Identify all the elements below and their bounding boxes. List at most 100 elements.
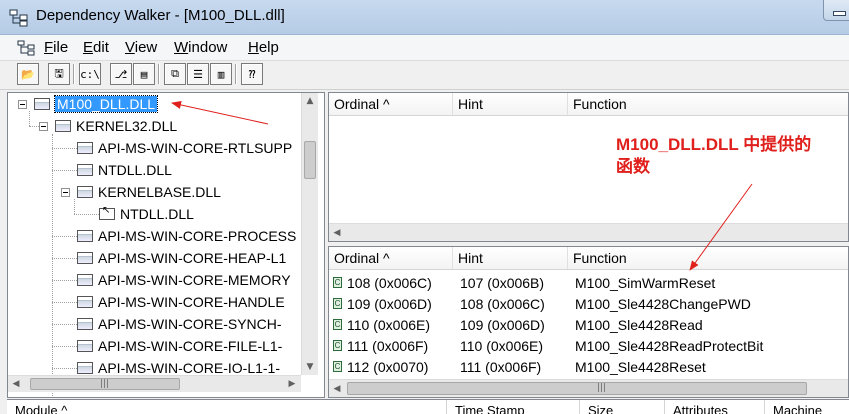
imports-col-hint[interactable]: Hint xyxy=(453,93,568,115)
export-row[interactable]: C 112 (0x0070) 111 (0x006F) M100_Sle4428Res… xyxy=(329,357,848,378)
tree-connector xyxy=(52,148,77,149)
document-icon[interactable] xyxy=(17,40,37,56)
export-ordinal: 109 (0x006D) xyxy=(347,296,432,312)
tree-item-label: API-MS-WIN-CORE-RTLSUPP xyxy=(98,140,293,156)
tree-item[interactable]: NTDLL.DLL xyxy=(99,203,194,225)
export-function: M100_Sle4428ChangePWD xyxy=(575,296,751,312)
c-function-icon: C xyxy=(333,319,342,330)
full-paths-icon[interactable]: c:\ xyxy=(79,63,101,85)
tree-connector xyxy=(52,346,77,347)
tile-vertical-icon[interactable]: ▥ xyxy=(210,63,232,85)
imports-col-ordinal[interactable]: Ordinal ^ xyxy=(329,93,453,115)
imports-horizontal-scrollbar[interactable]: ◀ xyxy=(329,223,848,241)
scroll-thumb[interactable] xyxy=(304,141,316,179)
tree-connector xyxy=(52,280,77,281)
module-icon xyxy=(77,296,93,308)
module-tree-pane[interactable]: M100_DLL.DLL KERNEL32.DLL API-MS-WIN-CORE-… xyxy=(7,92,325,398)
tree-item-label: API-MS-WIN-CORE-IO-L1-1- xyxy=(98,360,280,376)
scroll-right-icon[interactable]: ▶ xyxy=(284,376,300,392)
module-list-pane[interactable]: Module ^ Time Stamp Size Attributes Mach… xyxy=(7,399,849,414)
export-hint: 109 (0x006D) xyxy=(460,317,545,333)
exports-pane[interactable]: Ordinal ^ Hint Function C 108 (0x006C) 107… xyxy=(328,246,849,398)
export-function: M100_SimWarmReset xyxy=(575,275,716,291)
tree-item[interactable]: API-MS-WIN-CORE-PROCESS xyxy=(77,225,296,247)
export-row[interactable]: C 108 (0x006C) 107 (0x006B) M100_SimWarmRes… xyxy=(329,273,848,294)
exports-horizontal-scrollbar[interactable]: ◀ ||| xyxy=(329,379,848,397)
tree-connector xyxy=(52,170,77,171)
tile-horizontal-icon[interactable]: ☰ xyxy=(187,63,209,85)
properties-icon[interactable]: ▤ xyxy=(133,63,155,85)
scroll-left-icon[interactable]: ◀ xyxy=(8,376,24,392)
collapse-icon[interactable] xyxy=(39,122,48,131)
collapse-icon[interactable] xyxy=(61,188,70,197)
collapse-icon[interactable] xyxy=(18,100,27,109)
tree-vertical-scrollbar[interactable]: ▲ ▼ xyxy=(301,93,318,375)
menu-window[interactable]: Window xyxy=(174,39,227,56)
export-hint: 111 (0x006F) xyxy=(460,359,542,375)
tree-item[interactable]: KERNEL32.DLL xyxy=(39,115,177,137)
export-row[interactable]: C 110 (0x006E) 109 (0x006D) M100_Sle4428Rea… xyxy=(329,315,848,336)
c-function-icon: C xyxy=(333,298,342,309)
undecorate-icon[interactable]: ⎇ xyxy=(110,63,132,85)
duplicate-module-icon xyxy=(99,205,115,220)
export-row[interactable]: C 111 (0x006F) 110 (0x006E) M100_Sle4428Rea… xyxy=(329,336,848,357)
exports-col-ordinal[interactable]: Ordinal ^ xyxy=(329,247,453,269)
cascade-icon[interactable]: ⧉ xyxy=(164,63,186,85)
tree-item[interactable]: API-MS-WIN-CORE-HANDLE xyxy=(77,291,285,313)
tree-item[interactable]: KERNELBASE.DLL xyxy=(61,181,221,203)
tree-item[interactable]: NTDLL.DLL xyxy=(77,159,172,181)
scroll-thumb[interactable] xyxy=(347,382,807,395)
tree-connector xyxy=(74,214,99,215)
scroll-up-icon[interactable]: ▲ xyxy=(302,93,318,109)
imports-col-function[interactable]: Function xyxy=(568,93,848,115)
exports-col-hint[interactable]: Hint xyxy=(453,247,568,269)
module-icon xyxy=(77,186,93,198)
tree-connector xyxy=(52,134,53,397)
window-title: Dependency Walker - [M100_DLL.dll] xyxy=(36,7,285,24)
modules-col-size[interactable]: Size xyxy=(580,400,665,414)
save-icon[interactable]: 🖫 xyxy=(48,63,70,85)
tree-item[interactable]: API-MS-WIN-CORE-SYNCH- xyxy=(77,313,282,335)
modules-col-timestamp[interactable]: Time Stamp xyxy=(447,400,580,414)
minimize-button[interactable] xyxy=(823,0,849,21)
c-function-icon: C xyxy=(333,361,342,372)
scroll-left-icon[interactable]: ◀ xyxy=(329,224,345,241)
tree-connector xyxy=(52,324,77,325)
scroll-left-icon[interactable]: ◀ xyxy=(329,380,345,397)
toolbar-separator xyxy=(73,64,75,84)
export-hint: 110 (0x006E) xyxy=(460,338,544,354)
app-icon xyxy=(9,9,28,27)
menu-help[interactable]: Help xyxy=(248,39,279,56)
tree-item[interactable]: API-MS-WIN-CORE-FILE-L1- xyxy=(77,335,282,357)
export-ordinal: 112 (0x0070) xyxy=(347,359,429,375)
modules-col-machine[interactable]: Machine xyxy=(765,400,849,414)
exports-col-function[interactable]: Function xyxy=(568,247,848,269)
modules-col-attributes[interactable]: Attributes xyxy=(665,400,765,414)
module-icon xyxy=(55,120,71,132)
module-icon xyxy=(77,362,93,374)
menu-file[interactable]: File xyxy=(44,39,68,56)
menu-bar: File Edit View Window Help xyxy=(0,35,849,61)
tree-item[interactable]: API-MS-WIN-CORE-MEMORY xyxy=(77,269,291,291)
open-icon[interactable]: 📂 xyxy=(17,63,39,85)
tree-item-label: API-MS-WIN-CORE-MEMORY xyxy=(98,272,291,288)
tree-item[interactable]: API-MS-WIN-CORE-HEAP-L1 xyxy=(77,247,286,269)
tree-item-label: API-MS-WIN-CORE-SYNCH- xyxy=(98,316,282,332)
tree-item-label: API-MS-WIN-CORE-FILE-L1- xyxy=(98,338,283,354)
tree-item-label: KERNELBASE.DLL xyxy=(98,184,221,200)
tree-item[interactable]: M100_DLL.DLL xyxy=(18,93,159,115)
export-row[interactable]: C 109 (0x006D) 108 (0x006C) M100_Sle4428Cha… xyxy=(329,294,848,315)
context-help-icon[interactable]: ⁇ xyxy=(241,63,263,85)
menu-edit[interactable]: Edit xyxy=(83,39,109,56)
title-bar[interactable]: Dependency Walker - [M100_DLL.dll] xyxy=(0,0,849,35)
module-icon xyxy=(77,274,93,286)
modules-col-module[interactable]: Module ^ xyxy=(7,400,447,414)
scroll-down-icon[interactable]: ▼ xyxy=(302,359,318,375)
export-ordinal: 108 (0x006C) xyxy=(347,275,432,291)
tree-item[interactable]: API-MS-WIN-CORE-RTLSUPP xyxy=(77,137,292,159)
tree-horizontal-scrollbar[interactable]: ◀ ||| ▶ xyxy=(8,375,301,392)
tree-connector xyxy=(52,258,77,259)
menu-view[interactable]: View xyxy=(125,39,157,56)
toolbar: 📂 🖫 c:\ ⎇ ▤ ⧉ ☰ ▥ ⁇ xyxy=(0,61,849,90)
c-function-icon: C xyxy=(333,277,342,288)
